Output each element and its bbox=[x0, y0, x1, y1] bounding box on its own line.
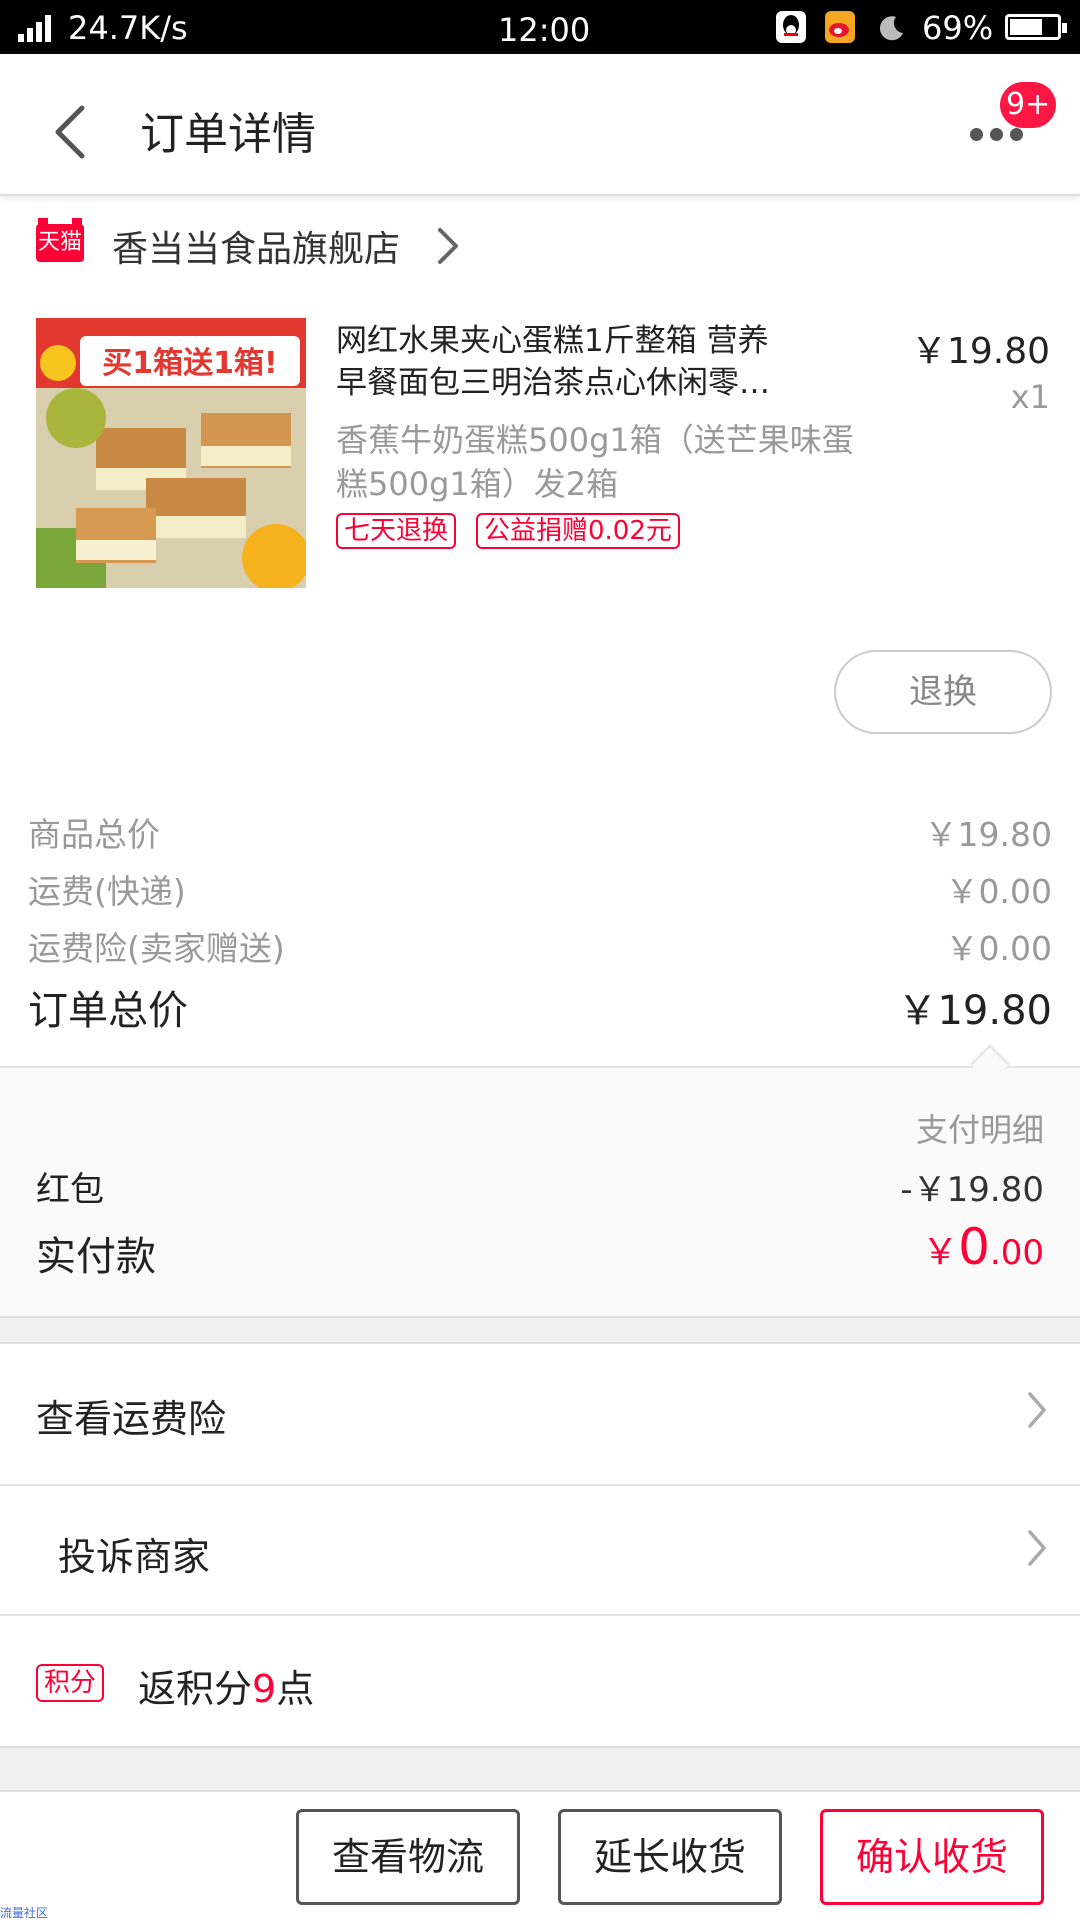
paid-label: 实付款 bbox=[36, 1234, 156, 1280]
battery-percent: 69% bbox=[922, 9, 994, 47]
section-separator bbox=[0, 1746, 1080, 1792]
product-image-text: 买1箱送1箱! bbox=[102, 346, 277, 381]
qq-icon bbox=[776, 11, 806, 43]
product-quantity: x1 bbox=[1010, 378, 1050, 416]
battery-icon bbox=[1005, 14, 1067, 40]
shipping-insurance-value: ￥0.00 bbox=[945, 929, 1052, 968]
extend-receipt-button[interactable]: 延长收货 bbox=[558, 1809, 782, 1905]
shipping-insurance-label: 运费险(卖家赠送) bbox=[28, 929, 285, 968]
product-sku: 香蕉牛奶蛋糕500g1箱（送芒果味蛋糕500g1箱）发2箱 bbox=[336, 421, 854, 503]
points-suffix: 点 bbox=[276, 1667, 315, 1711]
weibo-icon bbox=[825, 11, 855, 43]
shipping-label: 运费(快递) bbox=[28, 872, 186, 911]
product-title-line2: 早餐面包三明治茶点心休闲零… bbox=[336, 365, 770, 401]
shipping-insurance-link-label: 查看运费险 bbox=[36, 1397, 227, 1441]
divider bbox=[0, 1614, 1080, 1616]
view-logistics-button[interactable]: 查看物流 bbox=[296, 1809, 520, 1905]
clock: 12:00 bbox=[498, 11, 591, 49]
chevron-right-icon bbox=[1024, 1390, 1050, 1430]
points-badge: 积分 bbox=[36, 1664, 105, 1702]
moon-icon bbox=[878, 12, 906, 41]
paid-integer: 0 bbox=[958, 1218, 990, 1276]
shipping-value: ￥0.00 bbox=[945, 872, 1052, 911]
divider bbox=[0, 1066, 1080, 1068]
back-arrow-icon[interactable] bbox=[48, 102, 96, 162]
tmall-logo: 天猫 bbox=[36, 218, 84, 262]
network-speed: 24.7K/s bbox=[68, 9, 188, 47]
complain-link-label: 投诉商家 bbox=[58, 1535, 211, 1579]
chevron-right-icon[interactable] bbox=[432, 224, 462, 268]
complain-row[interactable]: 投诉商家 bbox=[0, 1486, 1080, 1616]
refund-button[interactable]: 退换 bbox=[834, 650, 1052, 734]
paid-decimal: .00 bbox=[989, 1233, 1044, 1273]
section-separator bbox=[0, 1316, 1080, 1344]
subtotal-label: 商品总价 bbox=[28, 815, 160, 854]
chevron-right-icon bbox=[1024, 1528, 1050, 1568]
order-total-value: ￥19.80 bbox=[897, 988, 1052, 1034]
product-image[interactable]: 买1箱送1箱! bbox=[36, 318, 306, 588]
product-price: ￥19.80 bbox=[910, 331, 1050, 372]
red-packet-label: 红包 bbox=[36, 1170, 104, 1210]
order-total-label: 订单总价 bbox=[28, 988, 188, 1034]
red-packet-value: -￥19.80 bbox=[900, 1170, 1044, 1210]
battery-fill bbox=[1010, 19, 1042, 35]
points-text: 返积分9点 bbox=[138, 1658, 314, 1713]
tag-charity: 公益捐赠0.02元 bbox=[476, 513, 680, 549]
product-title[interactable]: 网红水果夹心蛋糕1斤整箱 营养 早餐面包三明治茶点心休闲零… bbox=[336, 320, 846, 404]
watermark: 流量社区 bbox=[0, 1906, 49, 1920]
product-title-line1: 网红水果夹心蛋糕1斤整箱 营养 bbox=[336, 323, 769, 359]
app-header: 订单详情 9+ bbox=[0, 54, 1080, 196]
signal-icon bbox=[18, 14, 58, 42]
page-title: 订单详情 bbox=[140, 109, 316, 160]
paid-amount: ￥0.00 bbox=[922, 1218, 1044, 1276]
notification-badge[interactable]: 9+ bbox=[1000, 82, 1057, 128]
confirm-receipt-button[interactable]: 确认收货 bbox=[820, 1809, 1044, 1905]
shipping-insurance-row[interactable]: 查看运费险 bbox=[0, 1344, 1080, 1474]
subtotal-value: ￥19.80 bbox=[924, 815, 1052, 854]
points-count: 9 bbox=[252, 1667, 277, 1711]
payment-detail-title: 支付明细 bbox=[915, 1111, 1044, 1149]
status-bar: 24.7K/s 12:00 69% bbox=[0, 0, 1080, 54]
paid-currency: ￥ bbox=[922, 1232, 959, 1273]
points-prefix: 返积分 bbox=[138, 1667, 253, 1711]
shop-name[interactable]: 香当当食品旗舰店 bbox=[112, 220, 400, 272]
tag-seven-day-return: 七天退换 bbox=[336, 513, 457, 549]
